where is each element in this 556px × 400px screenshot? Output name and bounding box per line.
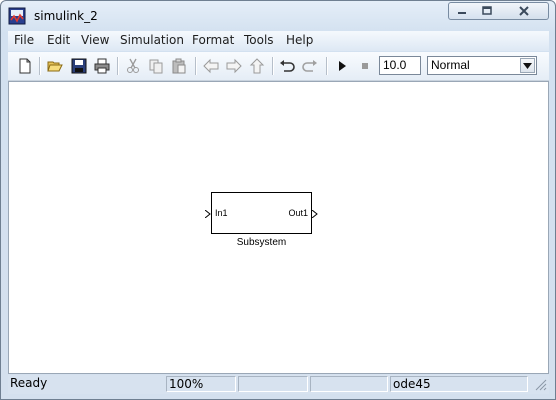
status-text: Ready bbox=[10, 376, 48, 390]
maximize-button[interactable] bbox=[474, 2, 501, 20]
menu-view[interactable]: View bbox=[81, 33, 109, 47]
minimize-button[interactable] bbox=[448, 2, 475, 20]
menu-tools[interactable]: Tools bbox=[244, 33, 274, 47]
status-cell-3 bbox=[238, 376, 308, 392]
menu-bar: File Edit View Simulation Format Tools H… bbox=[8, 31, 549, 51]
toolbar-separator bbox=[39, 57, 41, 75]
copy-icon[interactable] bbox=[145, 56, 167, 76]
close-button[interactable] bbox=[500, 2, 549, 20]
simulation-mode-select[interactable]: Normal bbox=[427, 56, 537, 75]
open-icon[interactable] bbox=[44, 56, 66, 76]
simulink-window: simulink_2 File Edit View Simulation For… bbox=[0, 0, 556, 400]
undo-icon[interactable] bbox=[276, 56, 298, 76]
cut-icon[interactable] bbox=[122, 56, 144, 76]
status-bar: Ready 100% ode45 bbox=[8, 375, 549, 394]
zoom-level: 100% bbox=[166, 376, 236, 392]
menu-simulation[interactable]: Simulation bbox=[120, 33, 184, 47]
start-simulation-icon[interactable] bbox=[331, 56, 353, 76]
simulation-mode-value: Normal bbox=[431, 58, 470, 72]
model-canvas[interactable]: In1 Out1 Subsystem bbox=[8, 81, 549, 374]
title-bar[interactable]: simulink_2 bbox=[1, 1, 555, 31]
toolbar-separator bbox=[272, 57, 274, 75]
toolbar-separator bbox=[326, 57, 328, 75]
chevron-down-icon[interactable] bbox=[520, 58, 535, 73]
print-icon[interactable] bbox=[91, 56, 113, 76]
solver-name: ode45 bbox=[390, 376, 528, 392]
simulink-app-icon bbox=[8, 7, 26, 25]
menu-format[interactable]: Format bbox=[192, 33, 234, 47]
menu-edit[interactable]: Edit bbox=[47, 33, 70, 47]
back-icon[interactable] bbox=[200, 56, 222, 76]
output-port-arrow-icon bbox=[312, 210, 318, 218]
window-title: simulink_2 bbox=[34, 9, 98, 23]
menu-help[interactable]: Help bbox=[286, 33, 313, 47]
input-port-label: In1 bbox=[215, 208, 228, 218]
stop-time-input[interactable]: 10.0 bbox=[379, 56, 421, 75]
subsystem-block[interactable]: In1 Out1 bbox=[211, 192, 312, 234]
status-cell-4 bbox=[310, 376, 388, 392]
up-icon[interactable] bbox=[246, 56, 268, 76]
redo-icon[interactable] bbox=[299, 56, 321, 76]
menu-file[interactable]: File bbox=[14, 33, 34, 47]
forward-icon[interactable] bbox=[223, 56, 245, 76]
toolbar: 10.0 Normal bbox=[8, 52, 549, 81]
output-port-label: Out1 bbox=[288, 208, 308, 218]
block-name-label[interactable]: Subsystem bbox=[211, 237, 312, 248]
save-icon[interactable] bbox=[68, 56, 90, 76]
toolbar-separator bbox=[195, 57, 197, 75]
toolbar-separator bbox=[117, 57, 119, 75]
paste-icon[interactable] bbox=[168, 56, 190, 76]
stop-simulation-icon[interactable] bbox=[354, 56, 376, 76]
new-icon[interactable] bbox=[14, 56, 36, 76]
resize-grip-icon[interactable] bbox=[535, 379, 547, 394]
